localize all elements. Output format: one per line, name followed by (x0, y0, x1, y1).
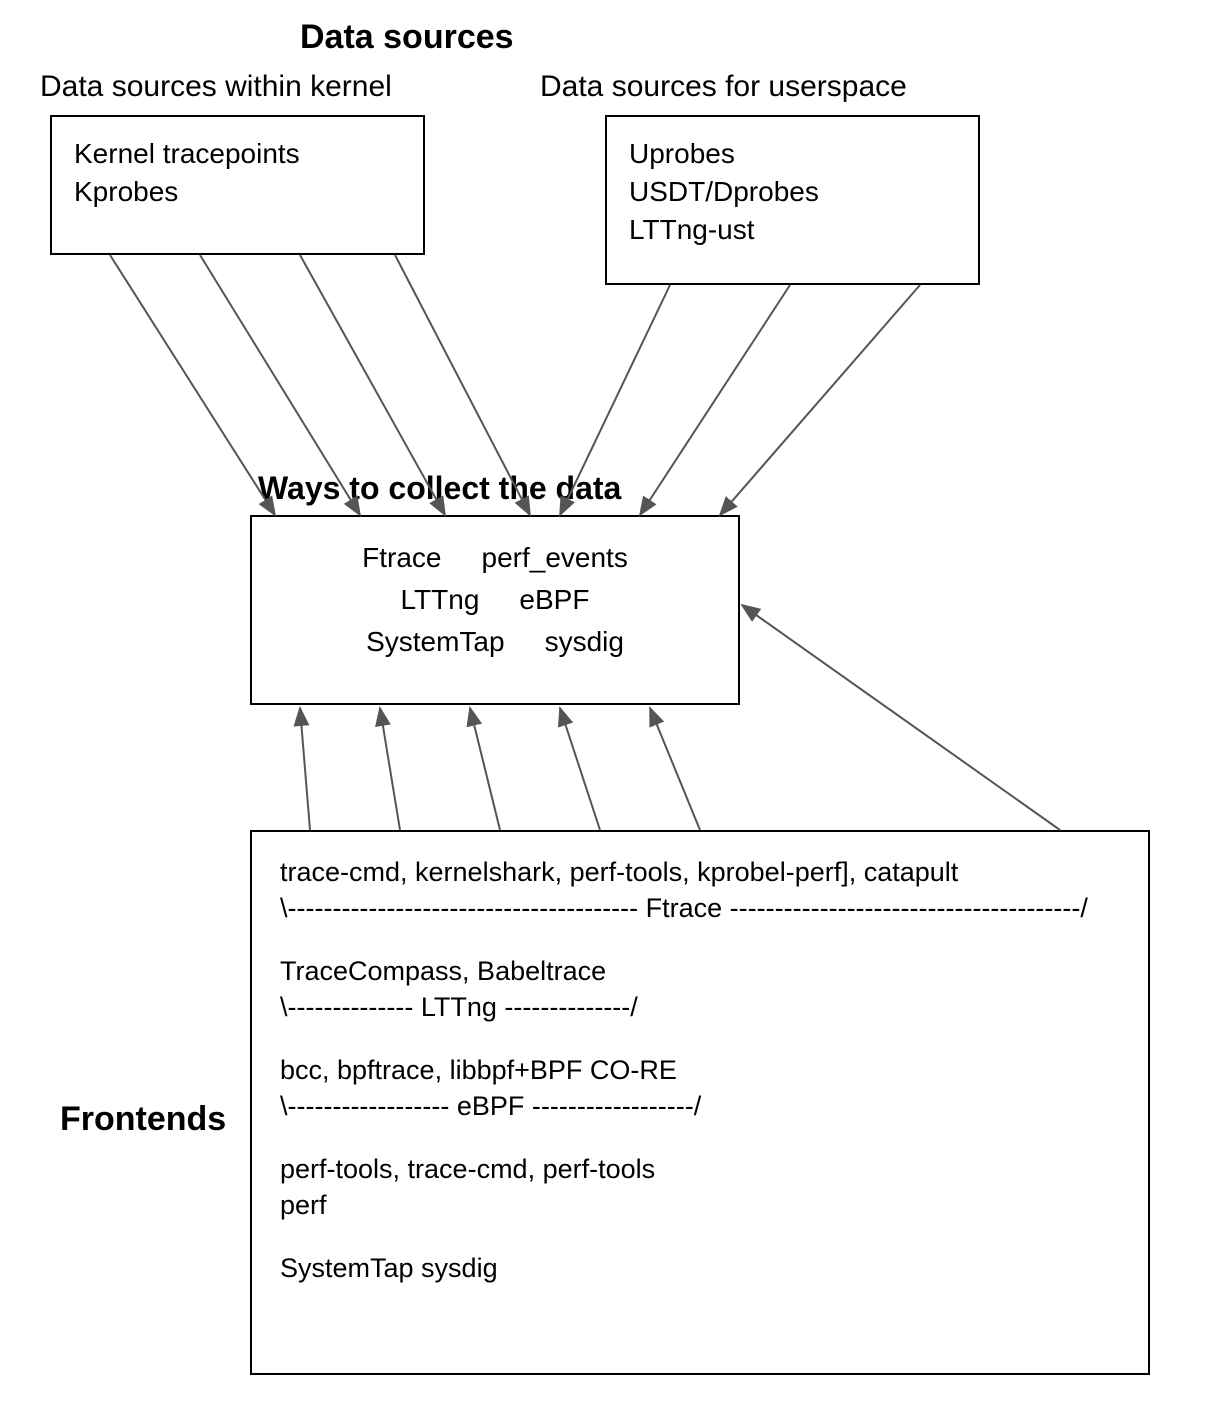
subheading-userspace-sources: Data sources for userspace (540, 70, 907, 104)
collector-item: Ftrace (362, 539, 441, 577)
kernel-source-item: Kernel tracepoints (74, 135, 401, 173)
userspace-source-item: LTTng-ust (629, 211, 956, 249)
userspace-source-item: USDT/Dprobes (629, 173, 956, 211)
collector-item: eBPF (519, 581, 589, 619)
collector-item: sysdig (545, 623, 624, 661)
heading-frontends: Frontends (60, 1100, 226, 1139)
frontend-tools-ebpf: bcc, bpftrace, libbpf+BPF CO-RE (280, 1052, 1120, 1088)
subheading-kernel-sources: Data sources within kernel (40, 70, 392, 104)
collector-item: perf_events (482, 539, 628, 577)
collector-item: SystemTap (366, 623, 505, 661)
frontend-label-ftrace: \---------------------------------------… (280, 890, 1120, 926)
frontend-tools-perf2: perf (280, 1187, 1120, 1223)
frontend-tools-other: SystemTap sysdig (280, 1250, 1120, 1286)
box-userspace-sources: Uprobes USDT/Dprobes LTTng-ust (605, 115, 980, 285)
frontend-label-ebpf: \------------------ eBPF ---------------… (280, 1088, 1120, 1124)
collector-item: LTTng (401, 581, 480, 619)
userspace-source-item: Uprobes (629, 135, 956, 173)
frontend-tools-ftrace: trace-cmd, kernelshark, perf-tools, kpro… (280, 854, 1120, 890)
frontend-label-lttng: \-------------- LTTng --------------/ (280, 989, 1120, 1025)
heading-data-sources: Data sources (300, 18, 514, 57)
heading-ways-to-collect: Ways to collect the data (258, 470, 621, 507)
frontend-tools-perf: perf-tools, trace-cmd, perf-tools (280, 1151, 1120, 1187)
box-kernel-sources: Kernel tracepoints Kprobes (50, 115, 425, 255)
box-collectors: Ftrace perf_events LTTng eBPF SystemTap … (250, 515, 740, 705)
frontend-tools-lttng: TraceCompass, Babeltrace (280, 953, 1120, 989)
kernel-source-item: Kprobes (74, 173, 401, 211)
box-frontends: trace-cmd, kernelshark, perf-tools, kpro… (250, 830, 1150, 1375)
